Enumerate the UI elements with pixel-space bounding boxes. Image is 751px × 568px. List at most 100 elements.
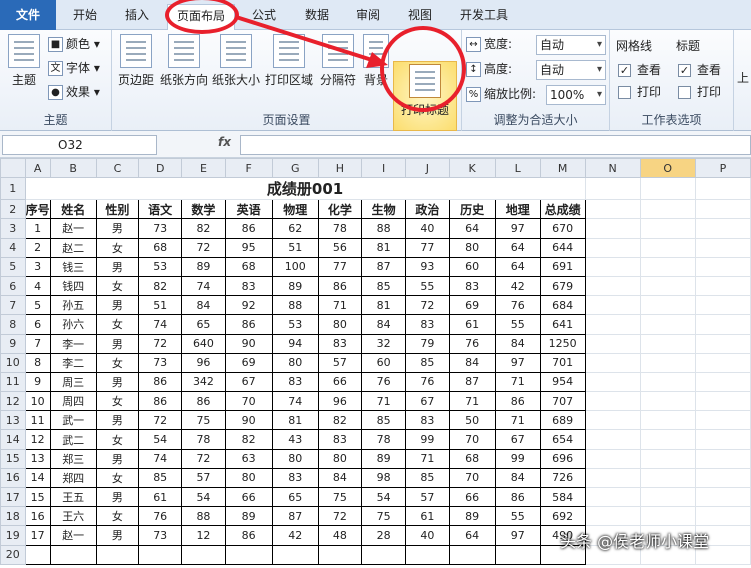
data-cell[interactable]: 李二 (49, 352, 97, 373)
data-cell[interactable]: 74 (181, 275, 226, 297)
data-cell[interactable]: 66 (317, 371, 363, 393)
empty-cell[interactable] (694, 314, 751, 335)
data-cell[interactable]: 男 (95, 295, 140, 316)
data-cell[interactable]: 83 (405, 410, 450, 431)
data-cell[interactable]: 50 (448, 410, 496, 431)
empty-cell[interactable] (639, 218, 696, 239)
data-cell[interactable]: 701 (539, 352, 586, 373)
data-cell[interactable]: 87 (448, 371, 496, 393)
data-cell[interactable]: 郑三 (49, 448, 97, 469)
column-header-k[interactable]: K (448, 158, 496, 179)
data-cell[interactable]: 赵一 (49, 525, 97, 546)
empty-cell[interactable] (584, 391, 641, 412)
data-cell[interactable]: 79 (405, 333, 450, 354)
data-cell[interactable]: 84 (361, 314, 407, 335)
data-cell[interactable]: 70 (448, 467, 496, 489)
empty-cell[interactable] (584, 448, 641, 469)
data-cell[interactable]: 86 (224, 525, 273, 546)
data-cell[interactable]: 12 (181, 525, 226, 546)
data-cell[interactable]: 86 (138, 391, 183, 412)
empty-cell[interactable] (694, 506, 751, 527)
data-cell[interactable]: 83 (224, 275, 273, 297)
data-cell[interactable]: 赵一 (49, 218, 97, 239)
data-cell[interactable]: 3 (24, 256, 51, 277)
data-cell[interactable]: 郑四 (49, 467, 97, 489)
data-cell[interactable]: 54 (138, 429, 183, 450)
data-cell[interactable]: 42 (494, 275, 541, 297)
orientation-button[interactable]: 纸张方向 (158, 34, 210, 88)
data-cell[interactable]: 89 (271, 275, 319, 297)
empty-cell[interactable] (584, 429, 641, 450)
empty-cell[interactable] (584, 256, 641, 277)
data-cell[interactable]: 女 (95, 467, 140, 489)
data-cell[interactable]: 61 (405, 506, 450, 527)
data-cell[interactable]: 64 (448, 218, 496, 239)
data-cell[interactable]: 32 (361, 333, 407, 354)
data-cell[interactable]: 83 (317, 429, 363, 450)
data-cell[interactable] (49, 544, 97, 565)
data-cell[interactable]: 641 (539, 314, 586, 335)
row-header[interactable]: 20 (0, 544, 26, 565)
data-cell[interactable]: 954 (539, 371, 586, 393)
data-cell[interactable]: 55 (405, 275, 450, 297)
data-cell[interactable]: 85 (138, 467, 183, 489)
empty-cell[interactable] (694, 448, 751, 469)
data-cell[interactable]: 51 (271, 237, 319, 258)
data-cell[interactable]: 63 (224, 448, 273, 469)
data-cell[interactable]: 83 (405, 314, 450, 335)
formula-input[interactable] (240, 135, 751, 155)
data-cell[interactable]: 99 (405, 429, 450, 450)
data-cell[interactable]: 86 (494, 486, 541, 508)
data-cell[interactable]: 89 (181, 256, 226, 277)
data-cell[interactable]: 男 (95, 333, 140, 354)
empty-cell[interactable] (584, 218, 641, 239)
data-cell[interactable]: 80 (271, 352, 319, 373)
data-cell[interactable]: 7 (24, 333, 51, 354)
empty-cell[interactable] (694, 352, 751, 373)
header-cell[interactable]: 数学 (181, 199, 226, 220)
data-cell[interactable]: 钱四 (49, 275, 97, 297)
data-cell[interactable]: 89 (224, 506, 273, 527)
data-cell[interactable]: 81 (361, 295, 407, 316)
column-header-n[interactable]: N (584, 158, 641, 179)
empty-cell[interactable] (639, 391, 696, 412)
data-cell[interactable]: 孙五 (49, 295, 97, 316)
data-cell[interactable]: 78 (361, 429, 407, 450)
data-cell[interactable]: 67 (405, 391, 450, 412)
empty-cell[interactable] (694, 256, 751, 277)
data-cell[interactable]: 66 (224, 486, 273, 508)
data-cell[interactable]: 女 (95, 237, 140, 258)
data-cell[interactable]: 女 (95, 314, 140, 335)
data-cell[interactable]: 84 (181, 295, 226, 316)
empty-cell[interactable] (639, 333, 696, 354)
row-header[interactable]: 6 (0, 275, 26, 297)
data-cell[interactable]: 100 (271, 256, 319, 277)
data-cell[interactable]: 男 (95, 371, 140, 393)
data-cell[interactable]: 84 (448, 352, 496, 373)
data-cell[interactable]: 73 (138, 525, 183, 546)
data-cell[interactable]: 97 (494, 218, 541, 239)
data-cell[interactable]: 86 (317, 275, 363, 297)
data-cell[interactable]: 54 (361, 486, 407, 508)
column-header-f[interactable]: F (224, 158, 273, 179)
data-cell[interactable]: 男 (95, 448, 140, 469)
data-cell[interactable]: 77 (317, 256, 363, 277)
data-cell[interactable]: 86 (181, 391, 226, 412)
empty-cell[interactable] (639, 177, 696, 201)
empty-cell[interactable] (694, 410, 751, 431)
data-cell[interactable]: 王六 (49, 506, 97, 527)
data-cell[interactable]: 64 (494, 237, 541, 258)
tab-formulas[interactable]: 公式 (240, 4, 288, 28)
row-header[interactable]: 18 (0, 506, 26, 527)
data-cell[interactable]: 82 (224, 429, 273, 450)
column-header-p[interactable]: P (694, 158, 751, 179)
data-cell[interactable]: 男 (95, 525, 140, 546)
data-cell[interactable]: 74 (138, 448, 183, 469)
empty-cell[interactable] (584, 467, 641, 489)
data-cell[interactable]: 85 (405, 352, 450, 373)
empty-cell[interactable] (639, 448, 696, 469)
data-cell[interactable]: 15 (24, 486, 51, 508)
data-cell[interactable]: 武二 (49, 429, 97, 450)
data-cell[interactable]: 60 (448, 256, 496, 277)
row-header[interactable]: 9 (0, 333, 26, 354)
